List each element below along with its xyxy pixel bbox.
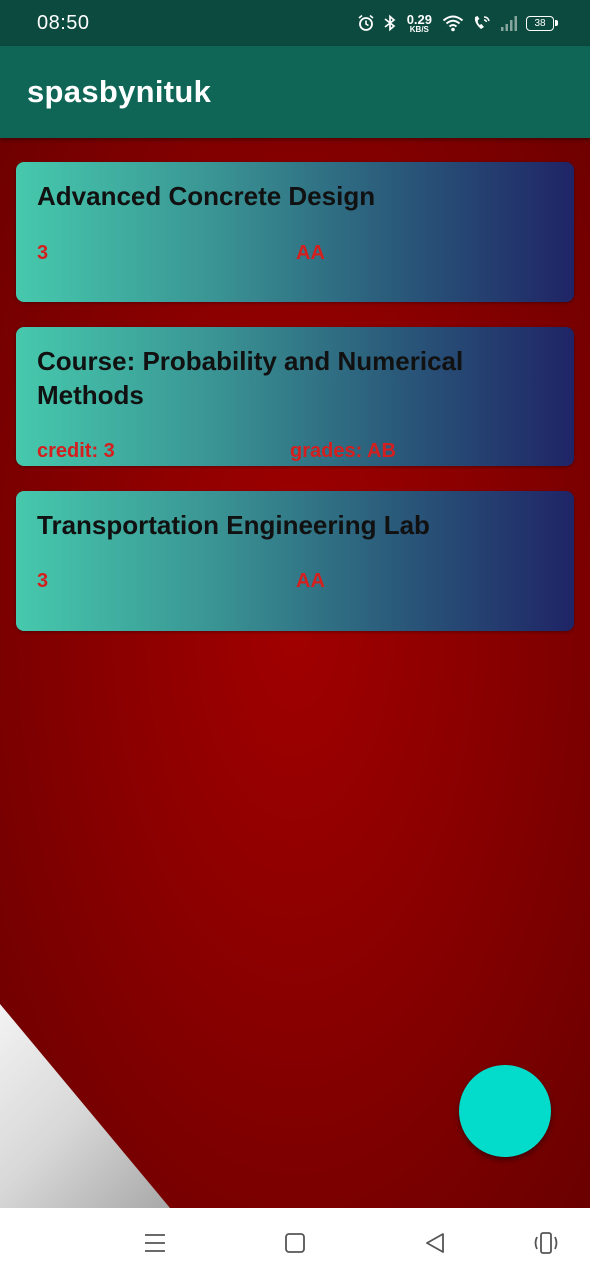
home-icon[interactable]: [284, 1230, 306, 1261]
course-credit: 3: [37, 570, 49, 592]
background-corner-decoration: [0, 1004, 170, 1208]
status-time: 08:50: [37, 11, 90, 34]
network-speed: 0.29 KB/S: [406, 11, 432, 34]
app-bar: spasbynituk: [0, 46, 590, 138]
status-icons: 0.29 KB/S 38: [357, 11, 558, 34]
status-bar: 08:50 0.29 KB/S 38: [0, 0, 590, 46]
course-credit: credit: 3: [37, 440, 115, 462]
course-card[interactable]: Advanced Concrete Design 3 AA: [16, 162, 574, 302]
course-name: Course: Probability and Numerical Method…: [37, 346, 464, 410]
wifi-icon: [442, 14, 464, 32]
course-grade: AA: [296, 570, 325, 592]
course-card[interactable]: Course: Probability and Numerical Method…: [16, 327, 574, 466]
app-title: spasbynituk: [27, 74, 212, 109]
alarm-icon: [357, 14, 375, 32]
course-name: Transportation Engineering Lab: [37, 510, 430, 540]
course-grade: AA: [296, 242, 325, 264]
course-grade: grades: AB: [290, 440, 396, 462]
signal-icon: [500, 14, 518, 32]
add-course-fab[interactable]: [459, 1065, 551, 1157]
course-list: Advanced Concrete Design 3 AA Course: Pr…: [0, 138, 590, 1208]
wifi-calling-icon: [472, 14, 492, 32]
navigation-bar: [0, 1208, 590, 1280]
back-icon[interactable]: [424, 1230, 446, 1261]
course-name: Advanced Concrete Design: [37, 181, 376, 211]
bluetooth-icon: [383, 14, 397, 32]
battery-icon: 38: [526, 15, 558, 31]
course-card[interactable]: Transportation Engineering Lab 3 AA: [16, 491, 574, 631]
rotate-icon[interactable]: [533, 1230, 559, 1261]
menu-icon[interactable]: [143, 1230, 167, 1261]
course-credit: 3: [37, 242, 49, 264]
